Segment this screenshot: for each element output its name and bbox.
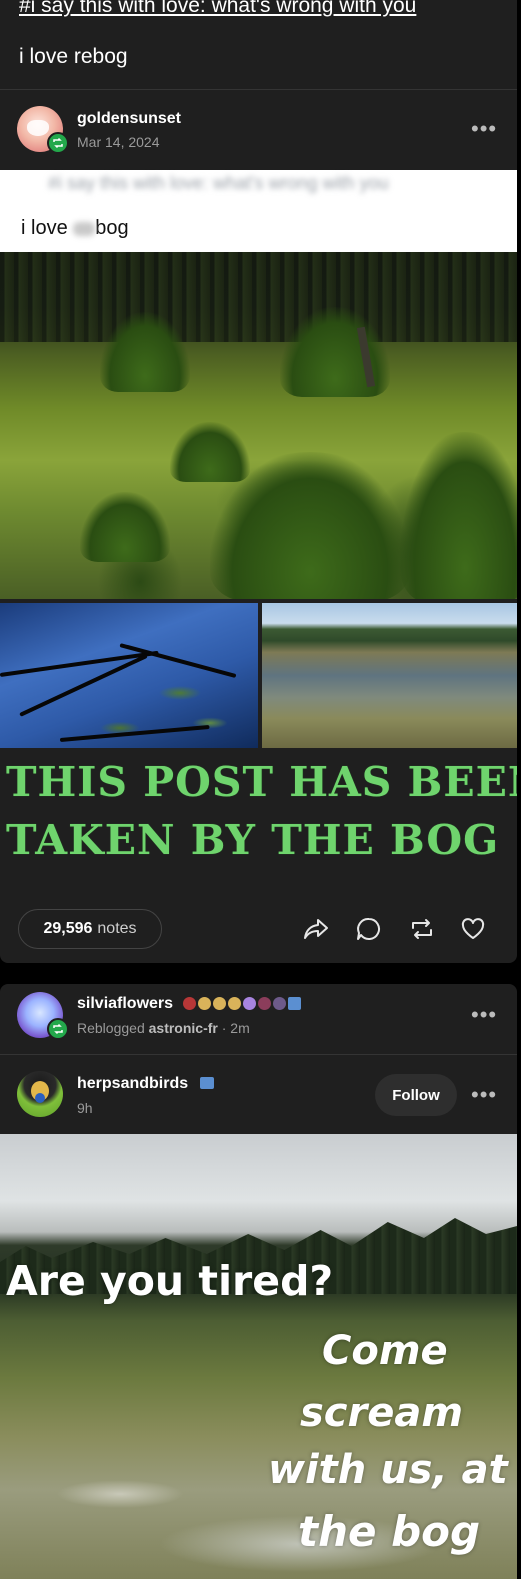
swamp-grass-image[interactable] (0, 252, 517, 599)
reblog-time: · 2m (221, 1020, 250, 1036)
blurred-tags: #i say this with love: what's wrong with… (48, 173, 389, 193)
quoted-text: i love bog (21, 217, 129, 240)
badge-icon (183, 997, 196, 1010)
user-badges (183, 997, 301, 1010)
bog-title-line-1: THIS POST HAS BEEN (6, 758, 517, 806)
quoted-content: #i say this with love: what's wrong with… (0, 170, 517, 252)
badge-icon (198, 997, 211, 1010)
comment-icon[interactable] (355, 915, 383, 943)
badge-icon (288, 997, 301, 1010)
follow-button[interactable]: Follow (375, 1074, 457, 1116)
tree-line (0, 252, 517, 342)
post-card-goldensunset: #i say this with love: what's wrong with… (0, 0, 517, 963)
blurred-word (73, 221, 96, 236)
meme-line-4: with us, at (268, 1447, 508, 1493)
meme-line-2: Come (322, 1328, 448, 1374)
heart-icon[interactable] (459, 915, 487, 943)
branch (59, 724, 210, 742)
post-time: 9h (77, 1100, 93, 1116)
grass-tuft (170, 422, 250, 482)
reblog-badge-icon (47, 132, 69, 154)
reblogger-name[interactable]: silviaflowers (77, 995, 173, 1013)
post-text: i love rebog (19, 45, 128, 68)
reblog-info: Reblogged astronic-fr · 2m (77, 1020, 250, 1036)
badge-icon (200, 1077, 214, 1089)
avatar-herpsandbirds[interactable] (17, 1071, 63, 1117)
quoted-text-prefix: i love (21, 217, 74, 239)
grass-tuft (100, 312, 190, 392)
reblogged-from[interactable]: astronic-fr (149, 1020, 218, 1036)
grass-tuft (400, 432, 517, 599)
more-options-icon[interactable]: ••• (471, 1084, 497, 1106)
meme-line-3: scream (300, 1390, 464, 1436)
grass-tuft (210, 452, 410, 599)
post-date: Mar 14, 2024 (77, 134, 160, 150)
divider (0, 1054, 517, 1055)
lily-pads-image[interactable] (0, 603, 258, 748)
bog-meme-image[interactable]: Are you tired? Come scream with us, at t… (0, 1134, 517, 1579)
quoted-text-suffix: bog (95, 217, 129, 239)
tag-link[interactable]: #i say this with love: what's wrong with… (19, 0, 416, 18)
reblog-badge-icon (47, 1018, 69, 1040)
badge-icon (213, 997, 226, 1010)
author-name[interactable]: goldensunset (77, 110, 181, 128)
more-options-icon[interactable]: ••• (471, 1004, 497, 1026)
notes-button[interactable]: 29,596 notes (18, 909, 162, 949)
grass-tuft (80, 492, 170, 562)
badge-icon (273, 997, 286, 1010)
meme-line-5: the bog (298, 1507, 481, 1556)
meme-line-1: Are you tired? (6, 1257, 334, 1305)
divider (0, 89, 517, 90)
badge-icon (243, 997, 256, 1010)
badge-icon (228, 997, 241, 1010)
badge-icon (258, 997, 271, 1010)
author-name[interactable]: herpsandbirds (77, 1075, 188, 1093)
bog-title-line-2: TAKEN BY THE BOG (6, 816, 500, 864)
notes-label: notes (97, 920, 137, 937)
more-options-icon[interactable]: ••• (471, 118, 497, 140)
notes-count: 29,596 (43, 920, 93, 937)
share-icon[interactable] (302, 915, 330, 943)
moor-pond-image[interactable] (262, 603, 517, 748)
reblogged-label: Reblogged (77, 1020, 145, 1036)
branch (0, 650, 159, 677)
reblog-icon[interactable] (408, 915, 436, 943)
